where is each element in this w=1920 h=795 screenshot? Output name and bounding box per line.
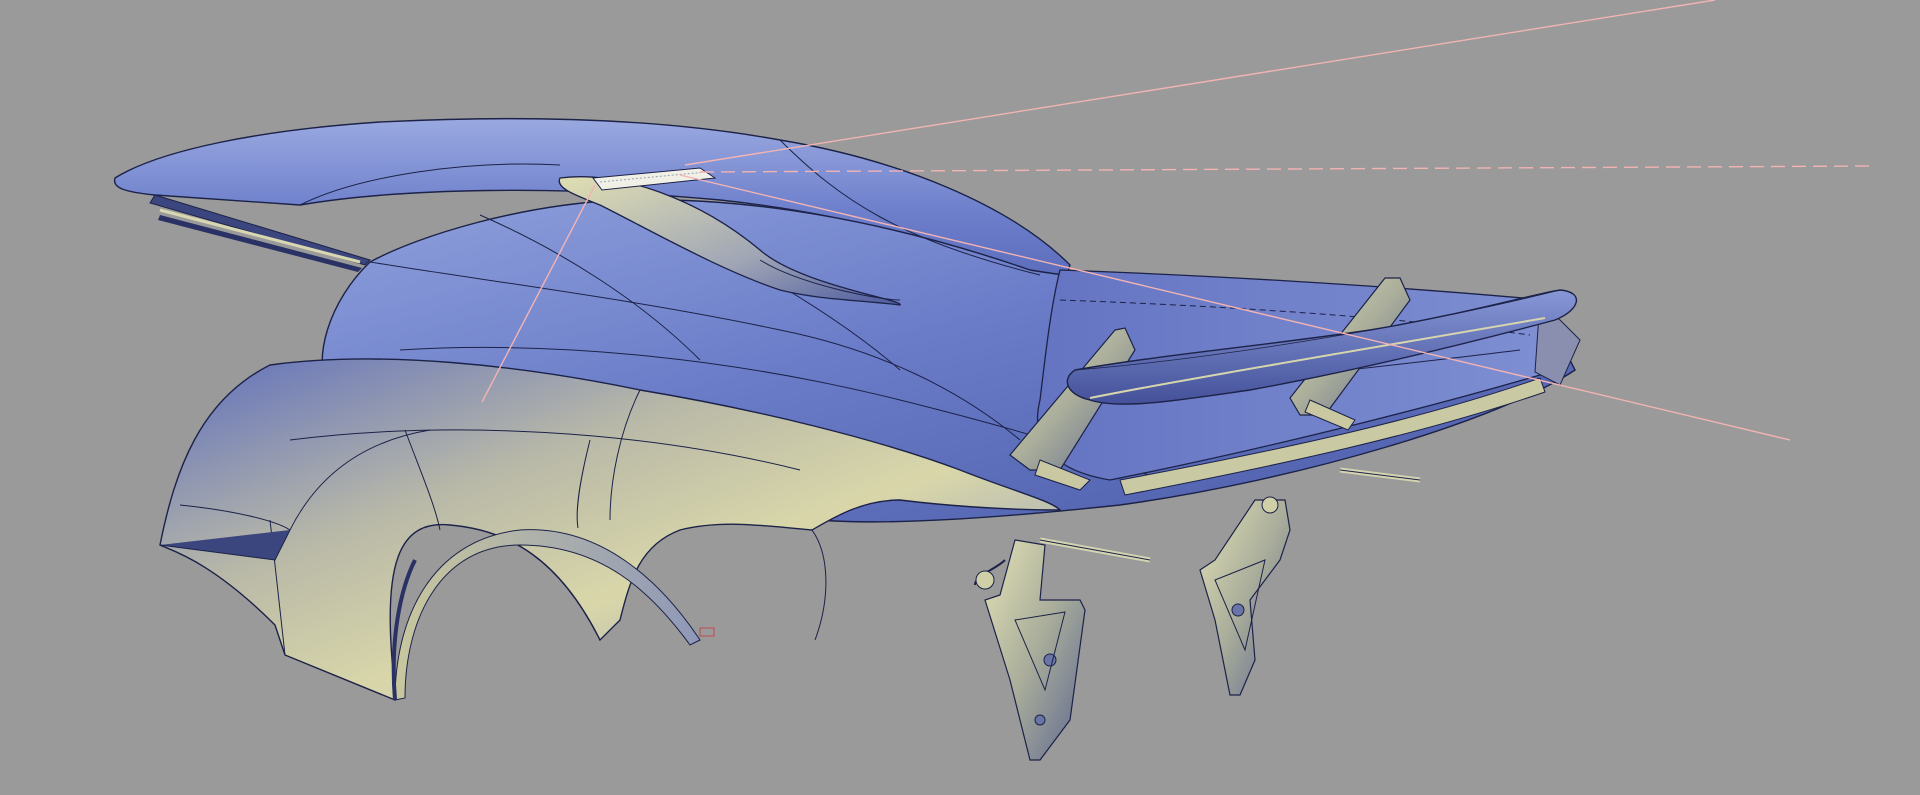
model-canvas[interactable]	[0, 0, 1920, 795]
guide-line-upper	[684, 0, 1716, 166]
suspension-upright-right[interactable]	[1199, 496, 1291, 696]
suspension-upright-left[interactable]	[974, 539, 1086, 761]
cad-3d-viewport[interactable]	[0, 0, 1920, 795]
